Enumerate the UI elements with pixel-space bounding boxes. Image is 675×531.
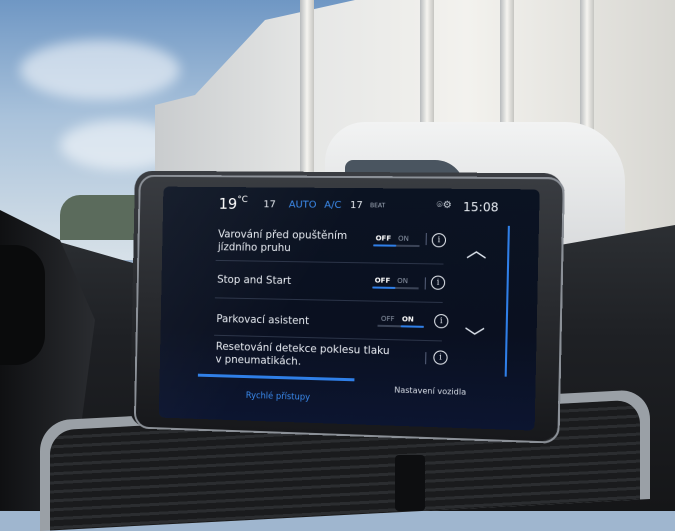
audio-source-label: BEAT bbox=[370, 202, 385, 209]
toggle-indicator bbox=[401, 325, 424, 328]
climate-auto-button[interactable]: AUTO bbox=[289, 199, 317, 210]
toggle-off-label: OFF bbox=[378, 315, 398, 323]
setting-row-stop-start[interactable]: Stop and Start OFF ON i bbox=[215, 262, 444, 303]
tab-quick-access[interactable]: Rychlé přístupy bbox=[246, 391, 310, 403]
scroll-panel: ︿ ﹀ bbox=[445, 225, 510, 376]
setting-row-park-assist[interactable]: Parkovací asistent OFF ON i bbox=[214, 299, 443, 341]
location-gear-icon: ⌾⚙ bbox=[436, 200, 451, 211]
toggle-on-label: ON bbox=[398, 315, 418, 324]
setting-label: Stop and Start bbox=[217, 274, 375, 290]
setting-row-tire-pressure[interactable]: Resetování detekce poklesu tlaku v pneum… bbox=[213, 337, 441, 379]
divider bbox=[425, 277, 426, 289]
setting-row-lane-departure[interactable]: Varování před opuštěním jízdního pruhu O… bbox=[216, 224, 445, 264]
passenger-temperature[interactable]: 17 bbox=[350, 200, 363, 211]
setting-label: Resetování detekce poklesu tlaku v pneum… bbox=[215, 341, 393, 372]
cloud bbox=[20, 40, 180, 100]
info-icon[interactable]: i bbox=[432, 233, 447, 247]
tab-vehicle-settings[interactable]: Nastavení vozidla bbox=[394, 386, 466, 397]
clock: 15:08 bbox=[463, 200, 499, 215]
setting-label: Varování před opuštěním jízdního pruhu bbox=[218, 228, 376, 256]
status-bar: 19°C 17 AUTO A/C 17 BEAT ⌾⚙ 15:08 bbox=[163, 187, 540, 218]
toggle-on-label: ON bbox=[392, 277, 412, 285]
toggle-park-assist[interactable]: OFF ON bbox=[378, 315, 425, 324]
toggle-indicator bbox=[373, 244, 396, 246]
toggle-stop-start[interactable]: OFF ON bbox=[372, 276, 418, 285]
fan-level[interactable]: 17 bbox=[263, 199, 276, 210]
toggle-on-label: ON bbox=[393, 235, 413, 243]
setting-label: Parkovací asistent bbox=[216, 313, 373, 330]
vent-control[interactable] bbox=[395, 455, 425, 511]
infotainment-screen: 19°C 17 AUTO A/C 17 BEAT ⌾⚙ 15:08 Varová… bbox=[159, 187, 540, 431]
ac-button[interactable]: A/C bbox=[324, 200, 341, 211]
toggle-off-label: OFF bbox=[373, 234, 393, 242]
info-icon[interactable]: i bbox=[431, 275, 446, 289]
toggle-indicator bbox=[372, 287, 395, 289]
divider bbox=[425, 352, 426, 364]
toggle-off-label: OFF bbox=[372, 276, 392, 284]
chevron-down-icon[interactable]: ﹀ bbox=[464, 321, 485, 351]
divider bbox=[426, 233, 427, 245]
chevron-up-icon[interactable]: ︿ bbox=[466, 233, 487, 263]
driver-temperature[interactable]: 19°C bbox=[219, 195, 248, 213]
toggle-lane-departure[interactable]: OFF ON bbox=[373, 234, 419, 243]
side-mirror-housing bbox=[0, 245, 45, 365]
